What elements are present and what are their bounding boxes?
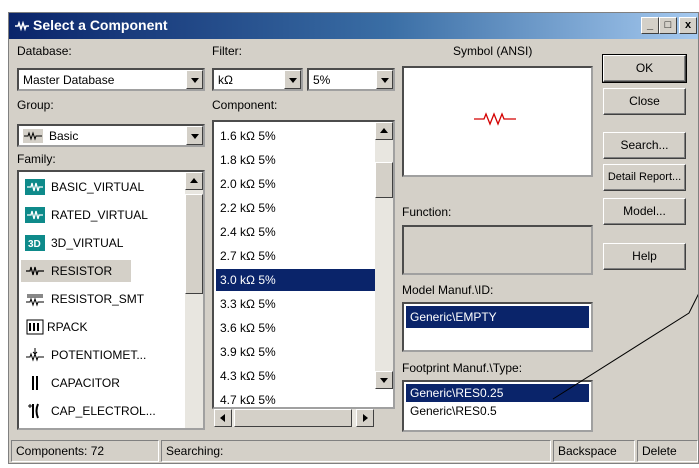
model-label: Model Manuf.\ID: — [402, 283, 494, 297]
status-searching: Searching: — [161, 440, 551, 462]
component-scrollbar[interactable] — [375, 122, 393, 389]
chevron-down-icon[interactable] — [284, 70, 301, 89]
symbol-label: Symbol (ANSI) — [453, 44, 533, 58]
component-item[interactable]: 2.7 kΩ 5% — [216, 245, 376, 267]
filter-tolerance-value: 5% — [313, 73, 331, 87]
hscroll-thumb[interactable] — [234, 409, 352, 427]
family-item-3d-virtual[interactable]: 3D 3D_VIRTUAL — [21, 232, 185, 254]
chevron-down-icon[interactable] — [186, 126, 203, 145]
maximize-button[interactable]: □ — [659, 17, 677, 34]
3d-virtual-icon: 3D — [25, 235, 45, 251]
resistor-icon — [26, 266, 44, 276]
function-label: Function: — [402, 205, 452, 219]
rpack-icon — [26, 319, 44, 335]
family-item-cap-electrolytic[interactable]: CAP_ELECTROL... — [21, 400, 185, 422]
close-button[interactable]: Close — [603, 88, 686, 115]
component-label: Component: — [212, 98, 278, 112]
component-item[interactable]: 1.6 kΩ 5% — [216, 125, 376, 147]
function-box — [402, 225, 593, 275]
family-list[interactable]: BASIC_VIRTUAL RATED_VIRTUAL 3D 3D_VIRTUA… — [17, 170, 205, 430]
group-value: Basic — [49, 129, 79, 143]
component-item[interactable]: 3.3 kΩ 5% — [216, 293, 376, 315]
component-app-icon — [15, 20, 29, 32]
resistor-smt-icon — [26, 294, 44, 307]
family-item-basic-virtual[interactable]: BASIC_VIRTUAL — [21, 176, 185, 198]
component-item[interactable]: 3.6 kΩ 5% — [216, 317, 376, 339]
database-value: Master Database — [23, 73, 115, 87]
close-window-button[interactable]: x — [679, 17, 697, 34]
component-item[interactable]: 2.2 kΩ 5% — [216, 197, 376, 219]
component-item[interactable]: 4.3 kΩ 5% — [216, 365, 376, 387]
model-button[interactable]: Model... — [603, 198, 686, 225]
scroll-thumb[interactable] — [185, 194, 203, 294]
scroll-down-icon[interactable] — [375, 371, 393, 389]
electrolytic-capacitor-icon — [28, 403, 39, 419]
window-title: Select a Component — [33, 17, 168, 33]
symbol-preview — [402, 66, 593, 177]
filter-unit-value: kΩ — [218, 73, 233, 87]
filter-label: Filter: — [212, 44, 242, 58]
component-list[interactable]: 1.6 kΩ 5% 1.8 kΩ 5% 2.0 kΩ 5% 2.2 kΩ 5% … — [212, 120, 395, 409]
component-item-selected[interactable]: 3.0 kΩ 5% — [216, 269, 376, 291]
group-label: Group: — [17, 98, 54, 112]
family-item-rpack[interactable]: RPACK — [21, 316, 185, 338]
component-item[interactable]: 2.0 kΩ 5% — [216, 173, 376, 195]
resistor-symbol-icon — [474, 112, 516, 126]
database-label: Database: — [17, 44, 72, 58]
database-select[interactable]: Master Database — [17, 68, 205, 91]
scroll-left-icon[interactable] — [214, 409, 232, 427]
capacitor-icon — [32, 376, 38, 390]
select-component-dialog: Select a Component _ □ x Database: Maste… — [8, 12, 699, 464]
scroll-right-icon[interactable] — [356, 409, 374, 427]
status-components: Components: 72 — [11, 440, 159, 462]
status-backspace: Backspace — [553, 440, 635, 462]
chevron-down-icon[interactable] — [376, 70, 393, 89]
status-delete: Delete — [637, 440, 698, 462]
chevron-down-icon[interactable] — [186, 70, 203, 89]
filter-tolerance-select[interactable]: 5% — [307, 68, 395, 91]
annotation-pointer-line — [552, 293, 698, 400]
title-bar[interactable]: Select a Component _ □ x — [9, 13, 698, 39]
component-item[interactable]: 2.4 kΩ 5% — [216, 221, 376, 243]
ok-button[interactable]: OK — [602, 54, 687, 83]
scroll-thumb[interactable] — [375, 162, 393, 198]
detail-report-button[interactable]: Detail Report... — [603, 164, 686, 191]
filter-unit-select[interactable]: kΩ — [212, 68, 303, 91]
family-item-rated-virtual[interactable]: RATED_VIRTUAL — [21, 204, 185, 226]
component-hscrollbar[interactable] — [214, 409, 374, 427]
family-item-potentiometer[interactable]: POTENTIOMET... — [21, 344, 185, 366]
family-item-capacitor[interactable]: CAPACITOR — [21, 372, 185, 394]
svg-text:3D: 3D — [28, 239, 41, 250]
scroll-up-icon[interactable] — [185, 172, 203, 190]
basic-virtual-icon — [25, 179, 45, 195]
minimize-button[interactable]: _ — [641, 17, 659, 34]
family-item-resistor[interactable]: RESISTOR — [21, 260, 131, 282]
family-label: Family: — [17, 152, 56, 166]
rated-virtual-icon — [25, 207, 45, 223]
search-button[interactable]: Search... — [603, 132, 686, 159]
family-item-resistor-smt[interactable]: RESISTOR_SMT — [21, 288, 185, 310]
component-item[interactable]: 1.8 kΩ 5% — [216, 149, 376, 171]
component-item[interactable]: 4.7 kΩ 5% — [216, 389, 376, 407]
footprint-item[interactable]: Generic\RES0.5 — [406, 402, 589, 420]
footprint-label: Footprint Manuf.\Type: — [402, 361, 523, 375]
scroll-up-icon[interactable] — [375, 122, 393, 140]
resistor-group-icon — [23, 129, 43, 143]
family-scrollbar[interactable] — [185, 172, 203, 428]
help-button[interactable]: Help — [603, 243, 686, 270]
component-item[interactable]: 3.9 kΩ 5% — [216, 341, 376, 363]
group-select[interactable]: Basic — [17, 124, 205, 147]
potentiometer-icon — [26, 348, 44, 362]
